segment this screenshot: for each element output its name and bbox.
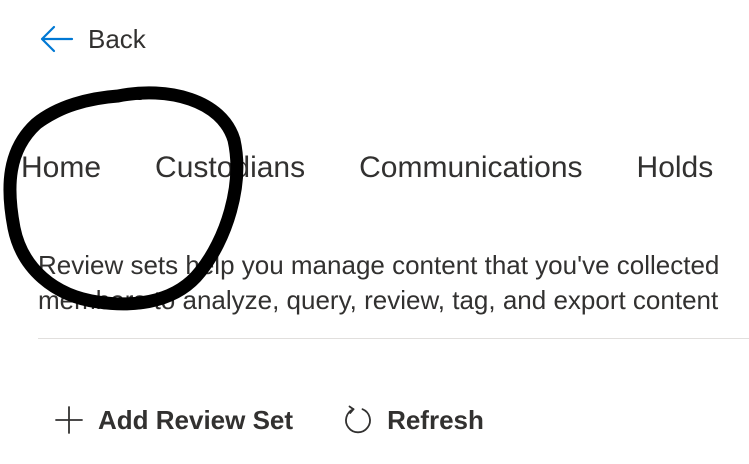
back-label: Back bbox=[88, 23, 146, 54]
plus-icon bbox=[54, 405, 84, 435]
tab-bar: Home Custodians Communications Holds bbox=[21, 146, 713, 190]
refresh-label: Refresh bbox=[387, 404, 484, 435]
divider bbox=[38, 338, 749, 339]
description-line-1: Review sets help you manage content that… bbox=[38, 250, 720, 280]
description-line-2: members to analyze, query, review, tag, … bbox=[38, 285, 719, 315]
refresh-button[interactable]: Refresh bbox=[343, 405, 484, 436]
refresh-icon bbox=[343, 405, 373, 435]
add-review-set-label: Add Review Set bbox=[98, 404, 294, 435]
tab-custodians[interactable]: Custodians bbox=[155, 146, 305, 190]
back-link[interactable]: Back bbox=[38, 20, 146, 58]
command-bar: Add Review Set Refresh bbox=[54, 398, 484, 442]
arrow-left-icon bbox=[38, 24, 74, 54]
page-description: Review sets help you manage content that… bbox=[38, 248, 749, 318]
tab-communications[interactable]: Communications bbox=[359, 146, 582, 190]
tab-holds[interactable]: Holds bbox=[637, 146, 714, 190]
add-review-set-button[interactable]: Add Review Set bbox=[54, 405, 293, 436]
tab-home[interactable]: Home bbox=[21, 146, 101, 190]
hand-drawn-circle-annotation bbox=[3, 86, 244, 311]
